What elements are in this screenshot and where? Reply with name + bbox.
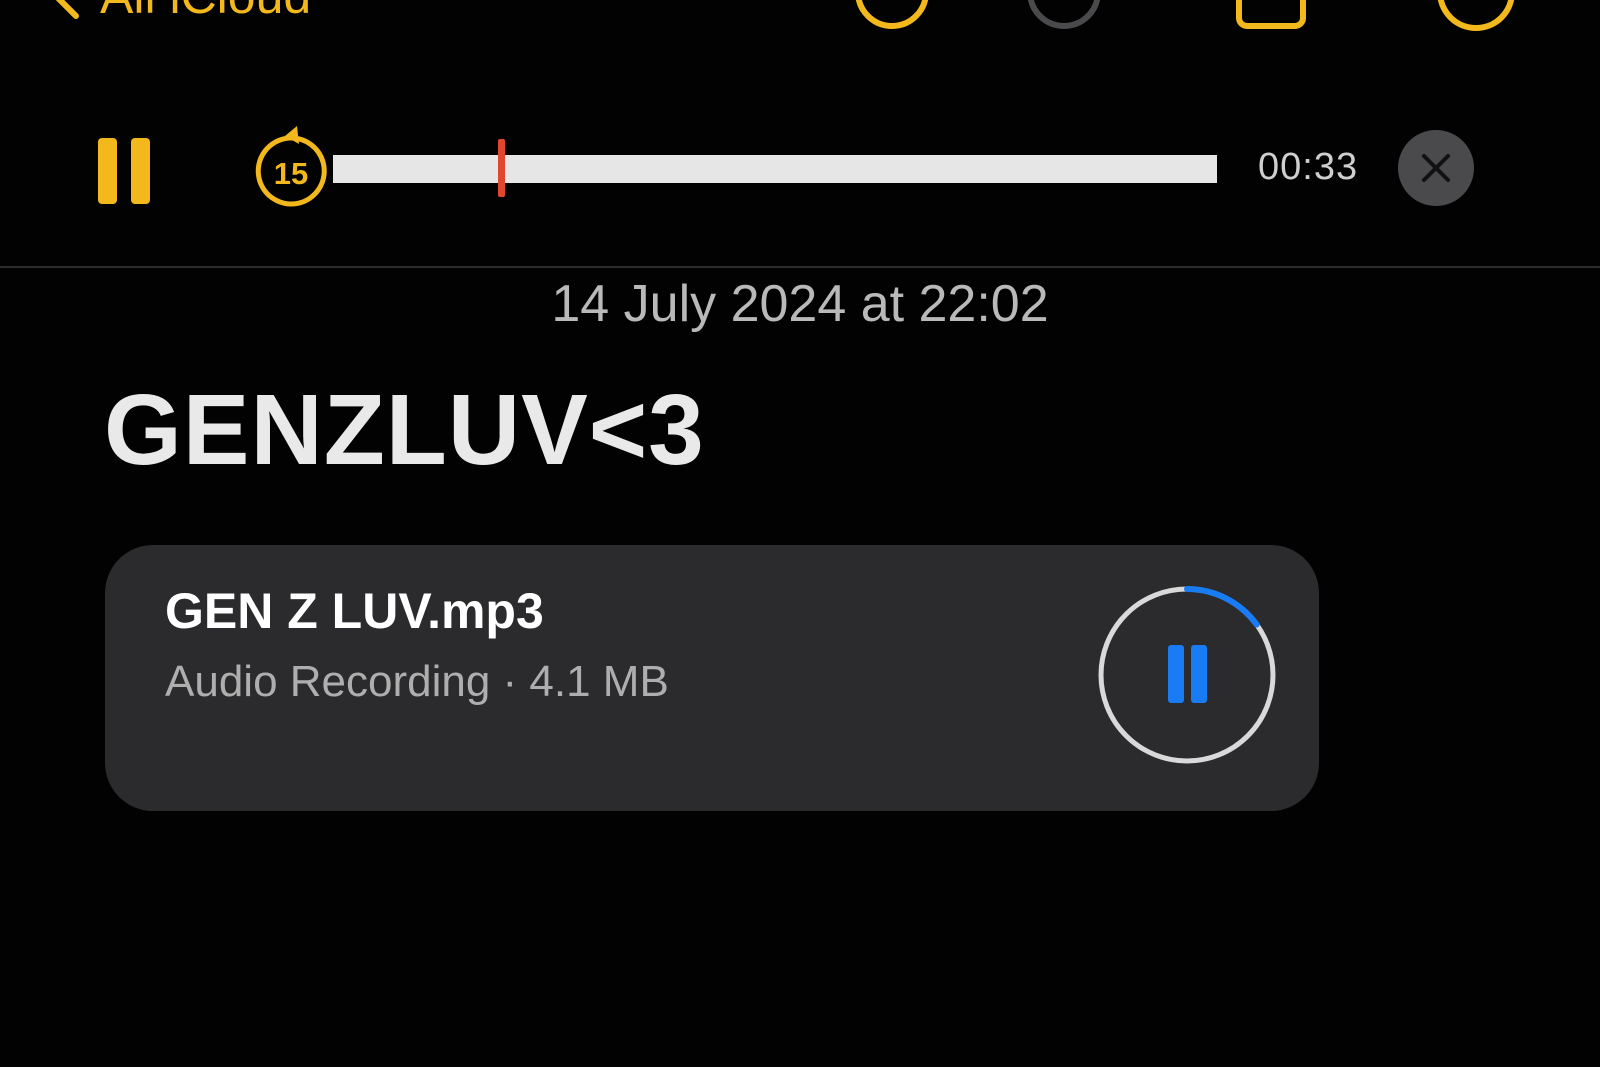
- markup-icon[interactable]: [1024, 0, 1104, 34]
- audio-attachment-card[interactable]: GEN Z LUV.mp3 Audio Recording · 4.1 MB: [105, 545, 1319, 811]
- attachment-pause-button[interactable]: [1095, 583, 1279, 767]
- time-remaining: 00:33: [1258, 146, 1359, 188]
- audio-player-bar: 15 00:33: [0, 110, 1600, 230]
- skip-back-label: 15: [273, 156, 309, 191]
- close-player-button[interactable]: [1398, 130, 1474, 206]
- attachment-file-name: GEN Z LUV.mp3: [165, 583, 544, 639]
- share-icon[interactable]: [1234, 0, 1314, 34]
- back-button[interactable]: All iCloud: [50, 0, 311, 24]
- close-icon: [1422, 154, 1450, 182]
- skip-back-button[interactable]: 15: [255, 122, 335, 208]
- checklist-icon[interactable]: [852, 0, 932, 34]
- divider: [0, 266, 1600, 268]
- playhead[interactable]: [498, 139, 505, 197]
- playback-progress-ring: [1098, 586, 1276, 764]
- attachment-meta: Audio Recording · 4.1 MB: [165, 657, 669, 706]
- pause-icon: [98, 138, 117, 204]
- navigation-bar: All iCloud: [0, 0, 1600, 40]
- note-date: 14 July 2024 at 22:02: [551, 275, 1049, 333]
- back-label: All iCloud: [100, 0, 311, 25]
- pause-icon: [1168, 645, 1207, 703]
- scrubber-track[interactable]: [333, 139, 1217, 197]
- more-icon[interactable]: [1434, 0, 1518, 34]
- pause-button[interactable]: [98, 138, 150, 204]
- note-title[interactable]: GENZLUV<3: [104, 372, 705, 488]
- back-chevron-icon: [55, 0, 79, 19]
